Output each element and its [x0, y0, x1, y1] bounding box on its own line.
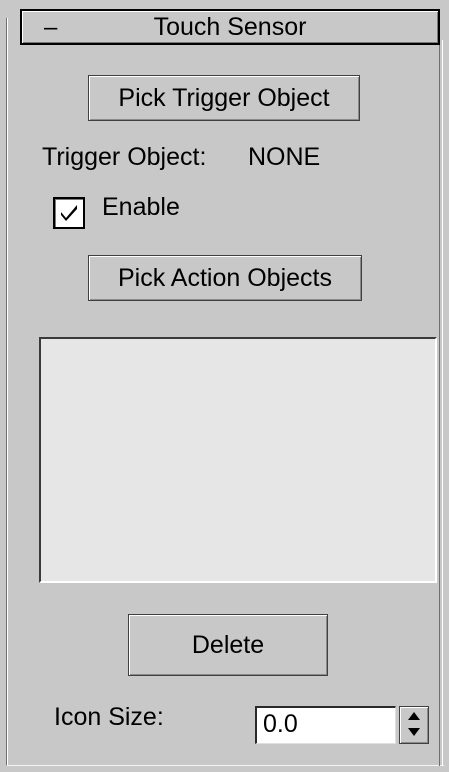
pick-action-objects-button[interactable]: Pick Action Objects: [88, 255, 362, 301]
icon-size-input[interactable]: 0.0: [255, 706, 396, 744]
checkmark-icon: [61, 205, 77, 221]
rollout-header[interactable]: – Touch Sensor: [20, 9, 440, 45]
rollout-panel-edge: [439, 40, 443, 766]
trigger-object-value: NONE: [248, 143, 321, 171]
spinner-up-button[interactable]: [400, 707, 428, 725]
enable-label[interactable]: Enable: [102, 193, 180, 222]
action-objects-list[interactable]: [39, 337, 437, 583]
arrow-down-icon: [408, 728, 420, 736]
delete-button[interactable]: Delete: [128, 614, 328, 676]
spinner-down-button[interactable]: [400, 725, 428, 743]
enable-checkbox[interactable]: [53, 197, 85, 229]
arrow-up-icon: [408, 712, 420, 720]
rollout-title: Touch Sensor: [153, 13, 307, 41]
pick-trigger-object-button[interactable]: Pick Trigger Object: [88, 75, 360, 121]
icon-size-spinner[interactable]: [399, 706, 429, 744]
trigger-object-label: Trigger Object:: [42, 143, 207, 171]
icon-size-label: Icon Size:: [54, 703, 164, 731]
